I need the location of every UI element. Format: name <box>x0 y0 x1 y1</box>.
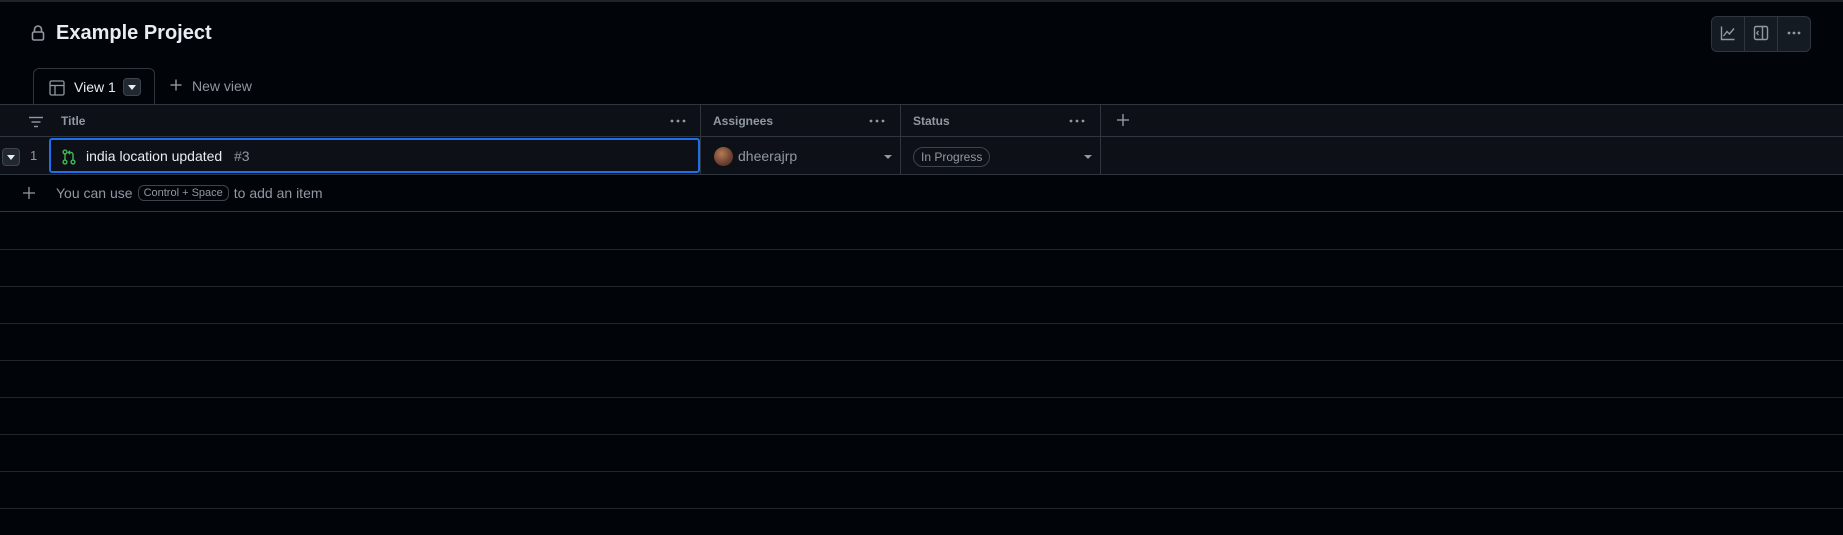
empty-row-line <box>0 360 1843 361</box>
more-options-button[interactable] <box>1778 17 1810 51</box>
project-toolbar <box>1711 16 1811 52</box>
plus-icon <box>170 78 182 94</box>
status-badge[interactable]: In Progress <box>913 147 991 167</box>
assignee-name[interactable]: dheerajrp <box>738 148 797 164</box>
item-title[interactable]: india location updated <box>86 148 222 164</box>
filter-icon[interactable] <box>28 115 44 131</box>
project-title[interactable]: Example Project <box>56 22 212 45</box>
column-divider[interactable] <box>1100 105 1101 138</box>
new-view-label: New view <box>192 78 252 94</box>
table-icon <box>49 80 65 99</box>
project-header: Example Project <box>0 0 1843 70</box>
hint-suffix: to add an item <box>233 185 323 201</box>
table-row[interactable]: 1 india location updated #3 dheerajrp In… <box>0 137 1843 175</box>
add-field-button[interactable] <box>1116 113 1130 130</box>
item-number: #3 <box>234 148 250 164</box>
row-menu-button[interactable] <box>2 148 20 166</box>
view-tabs: View 1 New view <box>0 68 1843 104</box>
git-pull-request-icon <box>62 149 76 168</box>
empty-row-line <box>0 323 1843 324</box>
kebab-horizontal-icon <box>1786 25 1802 44</box>
column-divider[interactable] <box>900 105 901 138</box>
triangle-down-icon <box>128 84 136 90</box>
insights-button[interactable] <box>1712 17 1745 51</box>
cell-divider <box>900 137 901 175</box>
add-item-row[interactable]: You can use Control + Space to add an it… <box>0 175 1843 212</box>
column-header-assignees[interactable]: Assignees <box>713 114 773 128</box>
column-header-status[interactable]: Status <box>913 114 950 128</box>
lock-icon <box>31 24 45 42</box>
title-cell[interactable]: india location updated #3 <box>49 138 700 173</box>
empty-row-line <box>0 286 1843 287</box>
plus-icon[interactable] <box>22 186 36 203</box>
cell-divider <box>700 137 701 175</box>
assignee-dropdown-icon[interactable] <box>884 155 892 159</box>
empty-row-line <box>0 508 1843 509</box>
kebab-horizontal-icon[interactable] <box>669 114 687 131</box>
keyboard-shortcut: Control + Space <box>137 185 229 201</box>
add-item-hint: You can use Control + Space to add an it… <box>56 185 323 201</box>
empty-row-line <box>0 471 1843 472</box>
cell-divider <box>1100 137 1101 175</box>
kebab-horizontal-icon[interactable] <box>1068 114 1086 131</box>
sidebar-expand-icon <box>1753 25 1769 44</box>
tab-label: View 1 <box>74 79 116 95</box>
key-space: Space <box>191 187 223 199</box>
empty-row-line <box>0 434 1843 435</box>
tab-view-1[interactable]: View 1 <box>33 68 155 104</box>
kebab-horizontal-icon[interactable] <box>868 114 886 131</box>
hint-prefix: You can use <box>56 185 133 201</box>
row-index: 1 <box>30 148 38 163</box>
key-plus: + <box>182 187 189 199</box>
empty-row-line <box>0 249 1843 250</box>
column-header-title[interactable]: Title <box>61 114 85 128</box>
empty-row-line <box>0 397 1843 398</box>
avatar <box>714 147 733 166</box>
column-divider[interactable] <box>700 105 701 138</box>
plus-icon <box>1117 114 1129 126</box>
key-control: Control <box>143 187 180 199</box>
toggle-panel-button[interactable] <box>1745 17 1778 51</box>
triangle-down-icon <box>7 154 15 160</box>
new-view-button[interactable]: New view <box>170 78 252 94</box>
table-header: Title Assignees Status <box>0 104 1843 138</box>
status-dropdown-icon[interactable] <box>1084 155 1092 159</box>
view-options-button[interactable] <box>123 78 141 96</box>
graph-icon <box>1720 25 1736 44</box>
